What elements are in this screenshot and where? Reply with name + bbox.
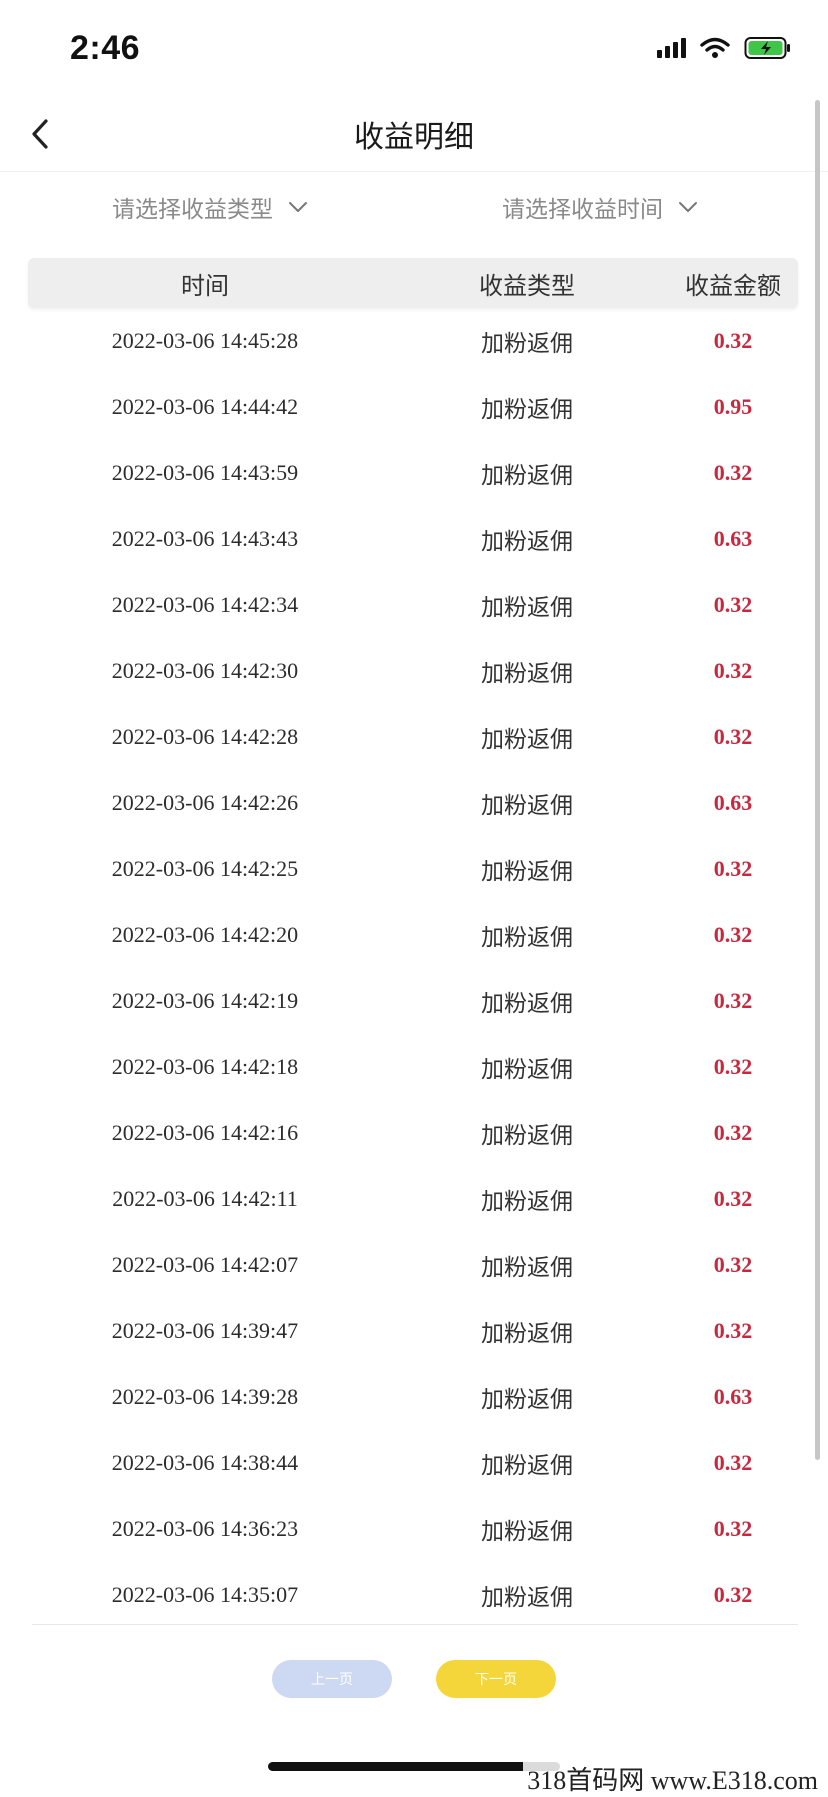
table-body: 2022-03-06 14:45:28 加粉返佣 0.32 2022-03-06… [28,308,798,1628]
back-chevron-icon[interactable] [22,114,62,154]
table-row: 2022-03-06 14:43:43 加粉返佣 0.63 [28,506,798,572]
table-row: 2022-03-06 14:36:23 加粉返佣 0.32 [28,1496,798,1562]
row-amount: 0.32 [713,856,753,881]
table-row: 2022-03-06 14:42:19 加粉返佣 0.32 [28,968,798,1034]
table-row: 2022-03-06 14:42:34 加粉返佣 0.32 [28,572,798,638]
row-amount: 0.63 [713,1384,753,1409]
watermark-text: 318首码网 www.E318.com [523,1760,822,1797]
row-time: 2022-03-06 14:42:19 [111,988,299,1013]
income-time-placeholder: 请选择收益时间 [502,196,663,222]
row-time: 2022-03-06 14:42:20 [111,922,299,947]
status-icons [657,36,792,60]
signal-icon [657,38,686,58]
table-row: 2022-03-06 14:43:59 加粉返佣 0.32 [28,440,798,506]
row-time: 2022-03-06 14:42:30 [111,658,299,683]
row-amount: 0.32 [713,1120,753,1145]
table-row: 2022-03-06 14:42:30 加粉返佣 0.32 [28,638,798,704]
table-row: 2022-03-06 14:42:07 加粉返佣 0.32 [28,1232,798,1298]
row-time: 2022-03-06 14:39:47 [111,1318,299,1343]
row-time: 2022-03-06 14:42:34 [111,592,299,617]
table-row: 2022-03-06 14:45:28 加粉返佣 0.32 [28,308,798,374]
row-time: 2022-03-06 14:38:44 [111,1450,299,1475]
income-type-placeholder: 请选择收益类型 [112,196,273,222]
row-amount: 0.32 [713,724,753,749]
row-amount: 0.32 [713,1186,753,1211]
table-divider [32,1624,798,1625]
row-time: 2022-03-06 14:36:23 [111,1516,299,1541]
battery-charging-icon [744,36,792,60]
scrollbar[interactable] [815,100,820,1460]
table-row: 2022-03-06 14:38:44 加粉返佣 0.32 [28,1430,798,1496]
table-row: 2022-03-06 14:42:11 加粉返佣 0.32 [28,1166,798,1232]
table-row: 2022-03-06 14:39:47 加粉返佣 0.32 [28,1298,798,1364]
table-row: 2022-03-06 14:42:20 加粉返佣 0.32 [28,902,798,968]
row-time: 2022-03-06 14:42:07 [111,1252,299,1277]
income-type-select[interactable]: 请选择收益类型 [112,190,309,224]
row-time: 2022-03-06 14:44:42 [111,394,299,419]
row-amount: 0.32 [713,1252,753,1277]
row-amount: 0.32 [713,1516,753,1541]
row-time: 2022-03-06 14:39:28 [111,1384,299,1409]
next-page-button[interactable]: 下一页 [436,1660,556,1698]
row-amount: 0.63 [713,790,753,815]
chevron-down-icon [677,200,699,214]
table-header: 时间 收益类型 收益金额 [28,258,798,308]
table-row: 2022-03-06 14:42:16 加粉返佣 0.32 [28,1100,798,1166]
table-row: 2022-03-06 14:44:42 加粉返佣 0.95 [28,374,798,440]
row-time: 2022-03-06 14:43:59 [111,460,299,485]
row-amount: 0.32 [713,1582,753,1607]
row-amount: 0.32 [713,460,753,485]
row-time: 2022-03-06 14:42:26 [111,790,299,815]
filter-bar: 请选择收益类型 请选择收益时间 [0,176,828,240]
row-amount: 0.32 [713,592,753,617]
wifi-icon [700,37,730,59]
row-amount: 0.32 [713,1450,753,1475]
row-amount: 0.32 [713,1054,753,1079]
row-time: 2022-03-06 14:42:18 [111,1054,299,1079]
row-time: 2022-03-06 14:45:28 [111,328,299,353]
prev-page-button[interactable]: 上一页 [272,1660,392,1698]
status-bar: 2:46 [0,0,828,96]
table-row: 2022-03-06 14:35:07 加粉返佣 0.32 [28,1562,798,1628]
column-header-amount: 收益金额 [685,272,781,300]
page-title: 收益明细 [354,120,474,154]
income-time-select[interactable]: 请选择收益时间 [502,190,699,224]
row-time: 2022-03-06 14:43:43 [111,526,299,551]
row-amount: 0.63 [713,526,753,551]
row-time: 2022-03-06 14:42:25 [111,856,299,881]
row-time: 2022-03-06 14:42:28 [111,724,299,749]
table-row: 2022-03-06 14:42:26 加粉返佣 0.63 [28,770,798,836]
status-time: 2:46 [70,28,141,67]
row-amount: 0.32 [713,988,753,1013]
row-time: 2022-03-06 14:35:07 [111,1582,299,1607]
table-row: 2022-03-06 14:42:25 加粉返佣 0.32 [28,836,798,902]
row-amount: 0.95 [713,394,753,419]
chevron-down-icon [287,200,309,214]
row-amount: 0.32 [713,1318,753,1343]
column-header-time: 时间 [181,272,229,300]
home-indicator[interactable] [268,1762,560,1771]
row-amount: 0.32 [713,328,753,353]
row-amount: 0.32 [713,658,753,683]
row-amount: 0.32 [713,922,753,947]
nav-bar: 收益明细 [0,96,828,172]
row-time: 2022-03-06 14:42:11 [112,1186,298,1211]
row-time: 2022-03-06 14:42:16 [111,1120,299,1145]
table-row: 2022-03-06 14:42:28 加粉返佣 0.32 [28,704,798,770]
table-row: 2022-03-06 14:39:28 加粉返佣 0.63 [28,1364,798,1430]
table-row: 2022-03-06 14:42:18 加粉返佣 0.32 [28,1034,798,1100]
